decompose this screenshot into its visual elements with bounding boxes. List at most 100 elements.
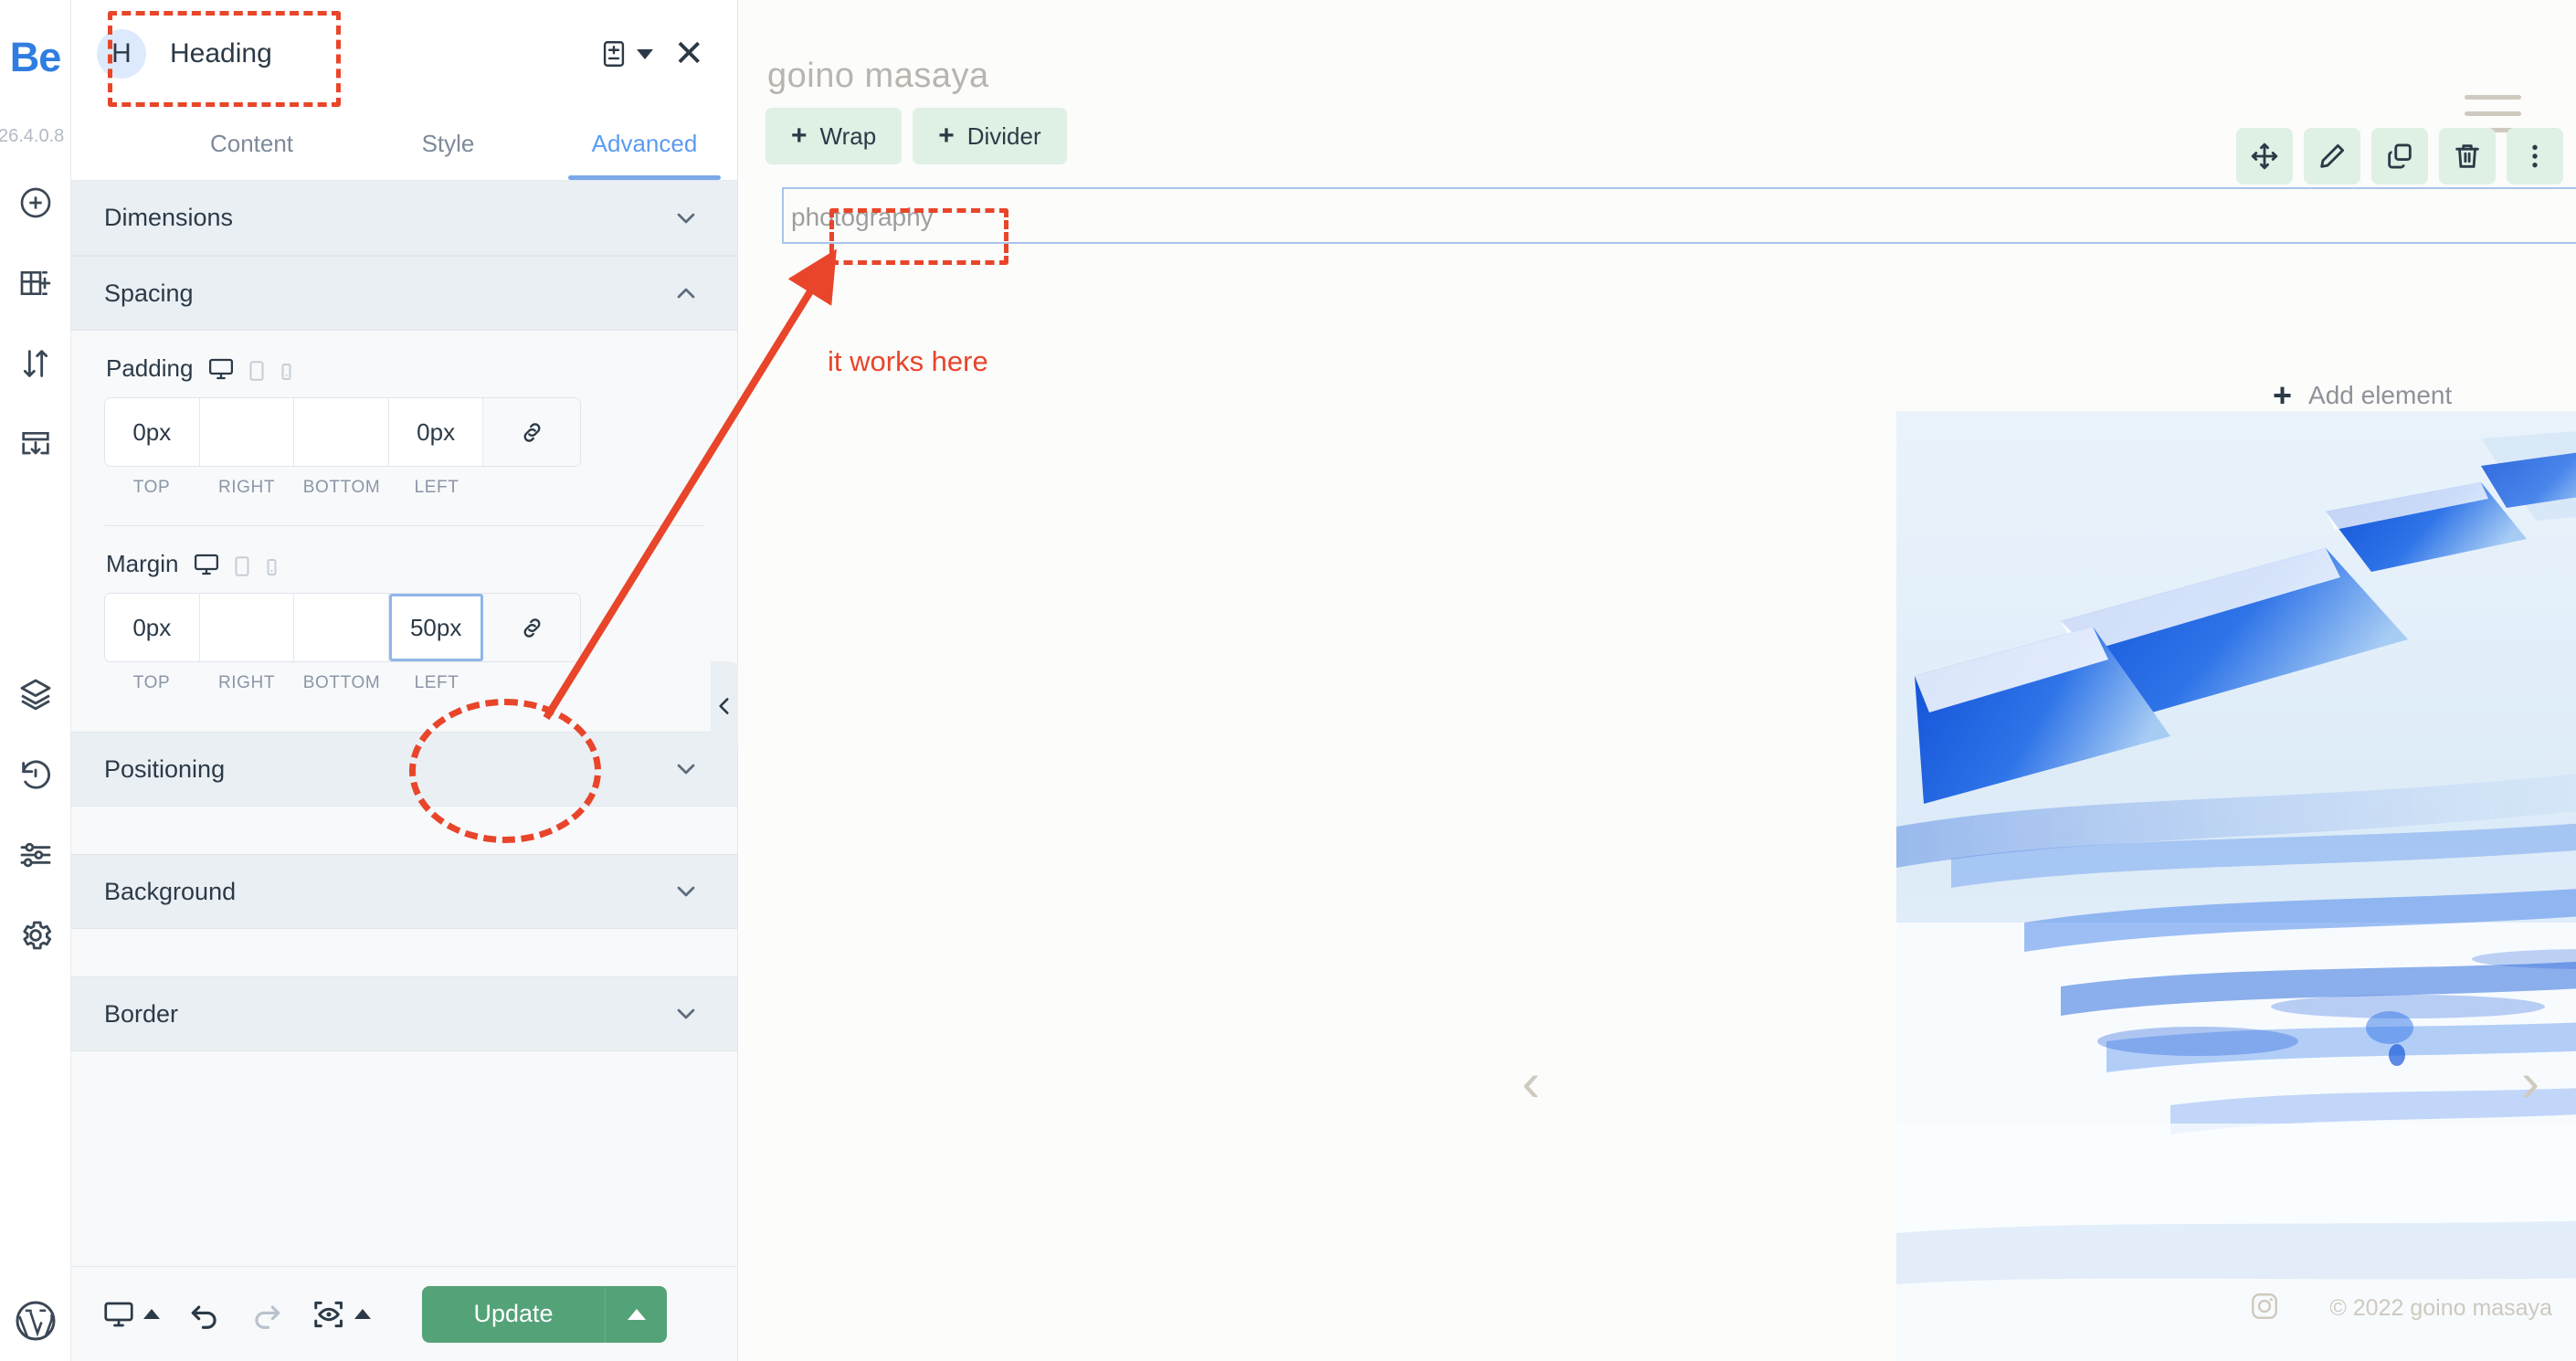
padding-bottom-input[interactable] xyxy=(294,398,389,466)
panel-header: H Heading ✕ xyxy=(71,0,737,108)
section-background[interactable]: Background xyxy=(71,854,737,929)
tab-content[interactable]: Content xyxy=(153,108,350,180)
undo-button[interactable] xyxy=(187,1297,222,1332)
update-options-button[interactable] xyxy=(605,1285,667,1343)
edit-button[interactable] xyxy=(2304,128,2360,185)
delete-button[interactable] xyxy=(2439,128,2496,185)
margin-bottom-input[interactable] xyxy=(294,594,389,661)
add-element-label: Add element xyxy=(2308,381,2453,409)
rail-item-reorder[interactable] xyxy=(16,343,56,384)
chevron-down-icon xyxy=(637,48,654,59)
broken-link-icon xyxy=(523,617,541,638)
rail-item-add-section[interactable] xyxy=(16,263,56,303)
margin-top-input[interactable]: 0px xyxy=(105,594,200,661)
rail-item-settings[interactable] xyxy=(16,915,56,955)
device-preview-button[interactable] xyxy=(102,1298,160,1331)
update-button[interactable]: Update xyxy=(422,1285,605,1343)
desktop-icon[interactable] xyxy=(193,551,220,578)
more-button[interactable] xyxy=(2507,128,2563,185)
element-title: Heading xyxy=(170,38,272,69)
panel-sections: Dimensions Spacing Padding 0px 0px TOP R… xyxy=(71,181,737,1361)
tab-style[interactable]: Style xyxy=(350,108,546,180)
plus-icon: + xyxy=(2273,376,2293,414)
desktop-icon[interactable] xyxy=(207,355,235,383)
element-settings-panel: H Heading ✕ Content Style Advanced Dimen… xyxy=(71,0,738,1361)
section-dimensions[interactable]: Dimensions xyxy=(71,181,737,256)
section-background-label: Background xyxy=(104,877,237,905)
tablet-icon[interactable] xyxy=(232,554,252,578)
element-type-letter: H xyxy=(111,38,132,69)
add-divider-button[interactable]: + Divider xyxy=(913,108,1067,164)
rail-item-global-settings[interactable] xyxy=(16,835,56,875)
chevron-up-icon xyxy=(671,279,701,308)
margin-top-label: TOP xyxy=(132,673,171,692)
padding-link-toggle[interactable] xyxy=(483,398,580,466)
tab-advanced[interactable]: Advanced xyxy=(546,108,743,180)
padding-bottom-label: BOTTOM xyxy=(302,478,381,497)
add-divider-label: Divider xyxy=(966,121,1041,150)
arrows-up-down-icon xyxy=(23,350,48,377)
redo-button[interactable] xyxy=(249,1297,284,1332)
gallery-photo xyxy=(1896,411,2576,1361)
chevron-down-icon xyxy=(671,877,701,906)
rail-item-layers[interactable] xyxy=(16,674,56,714)
heading-element-text[interactable]: photography xyxy=(791,203,934,232)
section-border-label: Border xyxy=(104,999,179,1028)
collapse-panel-handle[interactable] xyxy=(711,661,738,751)
trash-icon xyxy=(2455,144,2479,168)
tablet-icon[interactable] xyxy=(247,359,267,383)
copyright-text: © 2022 goino masaya xyxy=(2329,1295,2552,1321)
rail-item-revisions[interactable] xyxy=(16,754,56,795)
app-logo[interactable]: Be xyxy=(9,26,62,90)
instagram-link[interactable] xyxy=(2249,1291,2280,1326)
desktop-icon xyxy=(104,1302,133,1326)
mobile-icon[interactable] xyxy=(264,556,280,578)
instagram-icon xyxy=(2252,1293,2278,1319)
plus-circle-icon xyxy=(20,187,50,218)
padding-left-input[interactable]: 0px xyxy=(388,398,484,466)
margin-control: Margin 0px 50px TOP RIGHT BOTTOM LEFT xyxy=(104,526,704,693)
presets-dropdown-button[interactable] xyxy=(598,38,654,69)
kebab-menu-icon xyxy=(2532,144,2538,168)
section-spacing[interactable]: Spacing xyxy=(71,256,737,331)
broken-link-icon xyxy=(523,422,541,442)
close-panel-button[interactable]: ✕ xyxy=(673,36,704,72)
plus-icon: + xyxy=(938,121,955,151)
spacing-section-body: Padding 0px 0px TOP RIGHT BOTTOM LEFT Ma… xyxy=(71,331,737,732)
carousel-prev-button[interactable]: ‹ xyxy=(1522,1055,1540,1110)
move-button[interactable] xyxy=(2236,128,2293,185)
rail-item-add-element[interactable] xyxy=(16,183,56,223)
element-type-badge: H xyxy=(97,29,146,79)
add-wrap-button[interactable]: + Wrap xyxy=(765,108,903,164)
undo-icon xyxy=(191,1305,216,1329)
app-logo-text: Be xyxy=(9,34,62,80)
site-menu-button[interactable] xyxy=(2465,95,2521,132)
panel-tabs: Content Style Advanced xyxy=(71,108,737,181)
wordpress-button[interactable] xyxy=(12,1297,59,1345)
site-title: goino masaya xyxy=(767,57,989,95)
mobile-icon[interactable] xyxy=(279,361,294,383)
rail-item-insert-below[interactable] xyxy=(16,424,56,464)
margin-link-toggle[interactable] xyxy=(483,594,580,661)
section-positioning-label: Positioning xyxy=(104,754,226,783)
duplicate-button[interactable] xyxy=(2371,128,2428,185)
section-border[interactable]: Border xyxy=(71,976,737,1051)
chevron-down-icon xyxy=(671,754,701,784)
carousel-next-button[interactable]: › xyxy=(2521,1055,2539,1110)
insert-below-icon xyxy=(21,432,49,455)
left-icon-rail: Be v26.4.0.8 xyxy=(0,0,71,1361)
padding-top-input[interactable]: 0px xyxy=(105,398,200,466)
padding-right-label: RIGHT xyxy=(217,478,276,497)
caret-up-icon xyxy=(143,1309,160,1319)
caret-up-icon xyxy=(354,1309,371,1319)
heading-element-outline[interactable] xyxy=(782,187,2576,244)
margin-right-input[interactable] xyxy=(199,594,295,661)
padding-left-label: LEFT xyxy=(414,478,459,497)
section-positioning[interactable]: Positioning xyxy=(71,732,737,807)
margin-left-input[interactable]: 50px xyxy=(388,594,484,661)
history-revert-icon xyxy=(21,760,50,789)
margin-label: Margin xyxy=(106,550,179,577)
preview-button[interactable] xyxy=(311,1297,371,1332)
padding-right-input[interactable] xyxy=(199,398,295,466)
add-element-button[interactable]: + Add element xyxy=(2273,379,2452,412)
